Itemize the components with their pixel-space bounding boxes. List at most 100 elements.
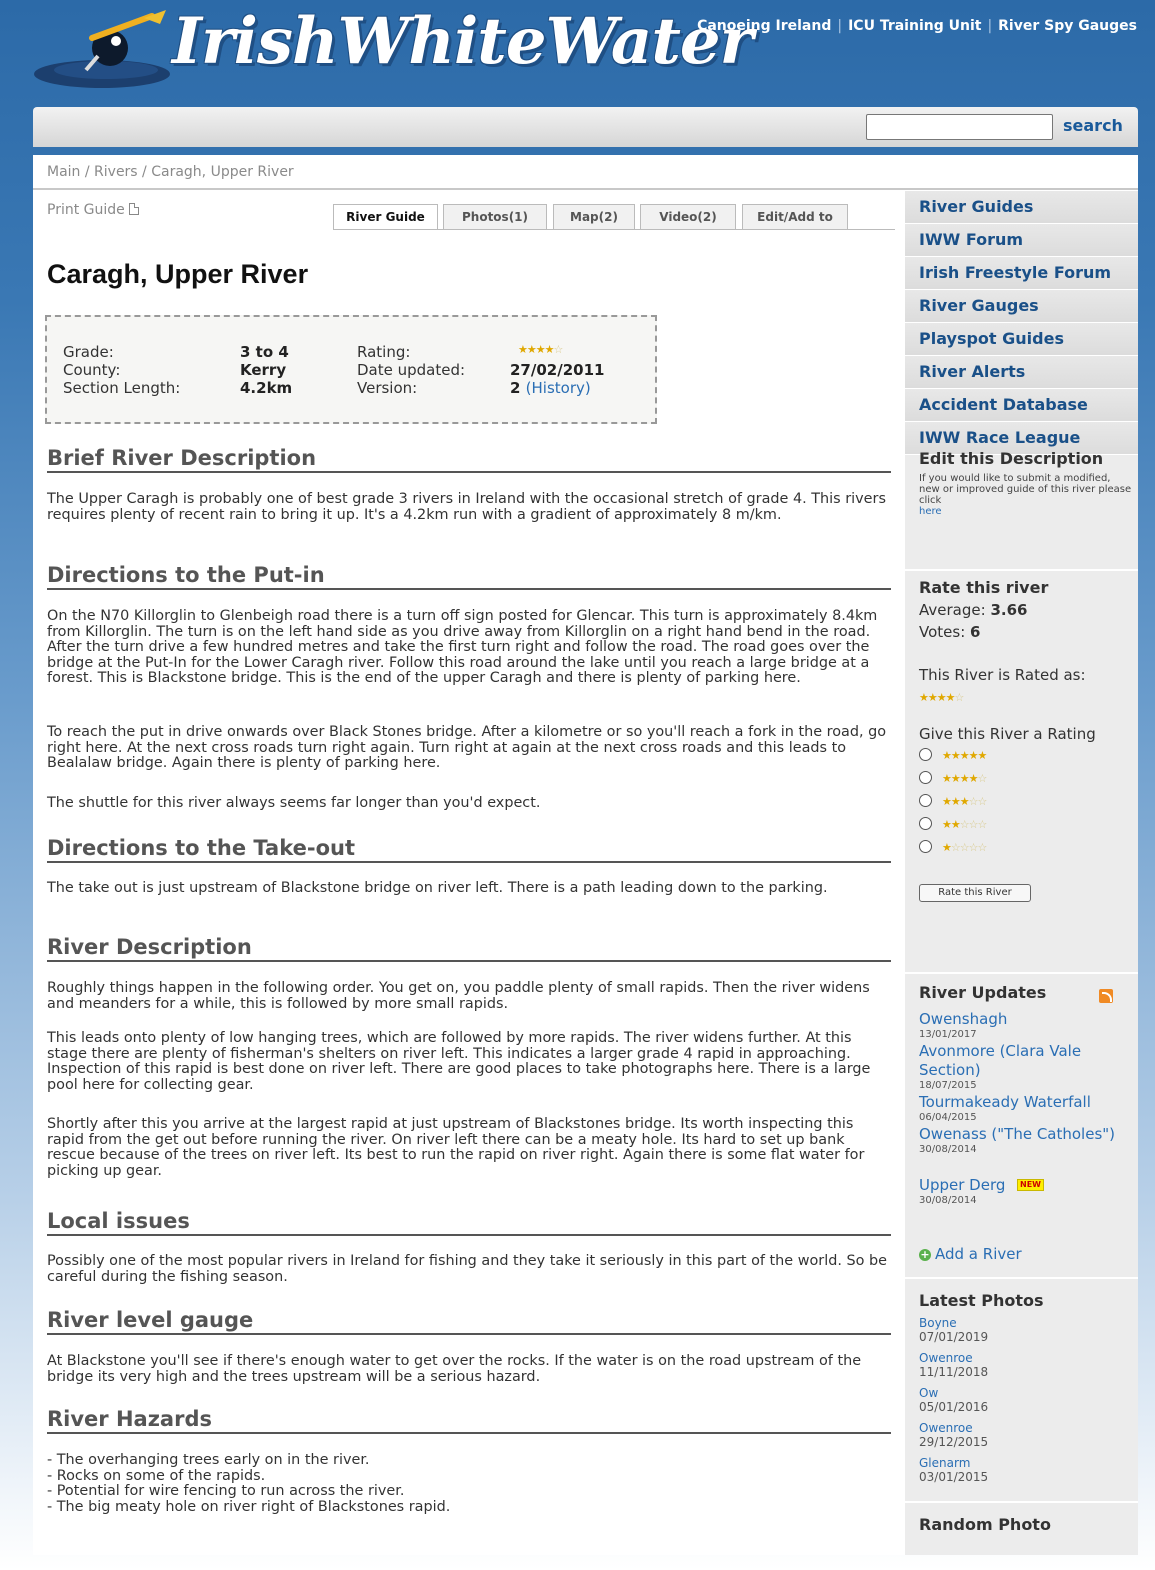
star-filled-icon: ★: [526, 343, 537, 356]
search-input[interactable]: [866, 114, 1053, 140]
river-update-date: 18/07/2015: [919, 1080, 977, 1091]
latest-photos-heading: Latest Photos: [919, 1291, 1044, 1310]
link-canoeing-ireland[interactable]: Canoeing Ireland: [697, 18, 831, 34]
list-item: Owenass ("The Catholes") 30/08/2014: [919, 1125, 1133, 1155]
photo-link[interactable]: Owenroe: [919, 1421, 988, 1435]
radio-button[interactable]: [919, 771, 932, 784]
rating-option[interactable]: ★★☆☆☆: [919, 813, 987, 832]
rate-river-button[interactable]: Rate this River: [919, 884, 1031, 902]
star-filled-icon: ★: [950, 749, 961, 762]
sidebar-item-river-alerts[interactable]: River Alerts: [905, 356, 1138, 389]
link-icu-training[interactable]: ICU Training Unit: [848, 18, 981, 34]
rss-icon[interactable]: [1099, 989, 1113, 1003]
sidebar-item-iww-forum[interactable]: IWW Forum: [905, 224, 1138, 257]
photo-link[interactable]: Boyne: [919, 1316, 988, 1330]
votes-value: 6: [970, 623, 981, 641]
star-filled-icon: ★: [942, 795, 952, 808]
photo-date: 05/01/2016: [919, 1400, 989, 1414]
sidebar-item-playspot-guides[interactable]: Playspot Guides: [905, 323, 1138, 356]
edit-description-link[interactable]: here: [919, 506, 942, 517]
river-update-date: 06/04/2015: [919, 1112, 977, 1123]
list-item: Avonmore (Clara Vale Section) 18/07/2015: [919, 1042, 1133, 1091]
date-label: Date updated:: [357, 361, 466, 379]
edit-description-text: If you would like to submit a modified, …: [919, 473, 1133, 517]
county-label: County:: [63, 361, 121, 379]
radio-button[interactable]: [919, 840, 932, 853]
star-filled-icon: ★: [968, 772, 979, 785]
site-header: IrishWhiteWater Canoeing Ireland | ICU Tra…: [0, 0, 1155, 100]
divider: [905, 972, 1138, 974]
river-update-link[interactable]: Owenass ("The Catholes"): [919, 1125, 1133, 1144]
main-column: Print Guide River Guide Photos(1) Map(2)…: [33, 191, 905, 1555]
document-icon: [128, 203, 139, 215]
random-photo-heading: Random Photo: [919, 1515, 1051, 1534]
photo-date: 29/12/2015: [919, 1435, 989, 1449]
rating-option[interactable]: ★★★☆☆: [919, 790, 987, 809]
list-item: Owenshagh 13/01/2017: [919, 1010, 1133, 1040]
river-update-link[interactable]: Tourmakeady Waterfall: [919, 1093, 1133, 1112]
plus-icon: +: [919, 1248, 931, 1261]
add-river-link[interactable]: + Add a River: [919, 1245, 1022, 1263]
list-item: - Potential for wire fencing to run acro…: [47, 1483, 405, 1499]
grade-label: Grade:: [63, 343, 114, 361]
search-button[interactable]: search: [1063, 116, 1123, 135]
rating-option[interactable]: ★☆☆☆☆: [919, 836, 987, 855]
section-heading-takeout: Directions to the Take-out: [47, 836, 891, 863]
sidebar-item-accident-database[interactable]: Accident Database: [905, 389, 1138, 422]
radio-button[interactable]: [919, 817, 932, 830]
sidebar-item-freestyle-forum[interactable]: Irish Freestyle Forum: [905, 257, 1138, 290]
photo-link[interactable]: Owenroe: [919, 1351, 988, 1365]
star-filled-icon: ★: [942, 818, 952, 831]
tab-river-guide[interactable]: River Guide: [333, 204, 438, 230]
list-item: Upper Derg NEW 30/08/2014: [919, 1176, 1133, 1206]
photo-link[interactable]: Ow: [919, 1386, 988, 1400]
putin-paragraph-1: On the N70 Killorglin to Glenbeigh road …: [47, 608, 878, 686]
section-heading-gauge: River level gauge: [47, 1308, 891, 1335]
photo-link[interactable]: Glenarm: [919, 1456, 988, 1470]
river-updates-title: River Updates: [919, 983, 1047, 1002]
link-river-spy-gauges[interactable]: River Spy Gauges: [998, 18, 1137, 34]
breadcrumb[interactable]: Main / Rivers / Caragh, Upper River: [47, 164, 294, 180]
link-separator: |: [987, 18, 993, 34]
top-links: Canoeing Ireland | ICU Training Unit | River…: [697, 18, 1137, 34]
photo-date: 03/01/2015: [919, 1470, 989, 1484]
rate-river-heading: Rate this river: [919, 578, 1049, 597]
star-filled-icon: ★: [977, 749, 988, 762]
list-item: Owenroe 11/11/2018: [919, 1351, 988, 1379]
section-heading-local: Local issues: [47, 1209, 891, 1236]
give-rating-label: Give this River a Rating: [919, 725, 1096, 743]
gauge-paragraph: At Blackstone you'll see if there's enou…: [47, 1353, 862, 1385]
history-link[interactable]: (History): [526, 379, 591, 397]
tab-video[interactable]: Video(2): [640, 204, 736, 229]
rating-option[interactable]: ★★★★★: [919, 744, 988, 763]
river-info-box: Grade: County: Section Length: 3 to 4 Ke…: [45, 315, 657, 424]
rating-option[interactable]: ★★★★☆: [919, 767, 987, 786]
divider: [905, 569, 1138, 571]
print-guide-link[interactable]: Print Guide: [47, 202, 139, 218]
version-label: Version:: [357, 379, 418, 397]
rating-label: Rating:: [357, 343, 411, 361]
river-update-link[interactable]: Avonmore (Clara Vale Section): [919, 1042, 1133, 1080]
description-paragraph-2: This leads onto plenty of low hanging tr…: [47, 1030, 871, 1093]
river-update-date: 30/08/2014: [919, 1144, 977, 1155]
radio-button[interactable]: [919, 794, 932, 807]
river-update-date: 13/01/2017: [919, 1029, 977, 1040]
sidebar-item-river-gauges[interactable]: River Gauges: [905, 290, 1138, 323]
photo-date: 11/11/2018: [919, 1365, 989, 1379]
radio-button[interactable]: [919, 748, 932, 761]
star-filled-icon: ★: [950, 772, 961, 785]
sidebar-item-river-guides[interactable]: River Guides: [905, 191, 1138, 224]
putin-paragraph-2: To reach the put in drive onwards over B…: [47, 724, 887, 771]
list-item: - Rocks on some of the rapids.: [47, 1467, 266, 1484]
brief-description: The Upper Caragh is probably one of best…: [47, 491, 886, 523]
edit-description-body: If you would like to submit a modified, …: [919, 473, 1132, 506]
star-filled-icon: ★: [919, 691, 929, 704]
rated-as-stars: ★★★★☆: [919, 686, 964, 705]
version-value: 2 (History): [510, 379, 591, 397]
tab-edit-add[interactable]: Edit/Add to: [742, 204, 848, 229]
tab-photos[interactable]: Photos(1): [443, 204, 547, 229]
river-update-link[interactable]: Owenshagh: [919, 1010, 1133, 1029]
site-logo-text[interactable]: IrishWhiteWater: [172, 4, 753, 79]
tab-map[interactable]: Map(2): [553, 204, 635, 229]
list-item: - The overhanging trees early on in the …: [47, 1452, 370, 1468]
